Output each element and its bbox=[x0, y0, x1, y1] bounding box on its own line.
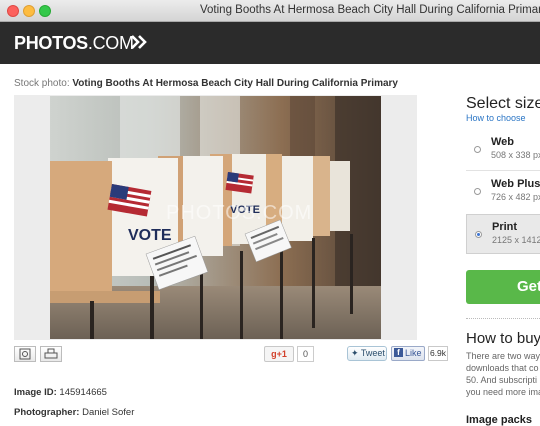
size-option-name: Web bbox=[491, 136, 515, 148]
logo-dotcom: .COM bbox=[87, 33, 134, 53]
print-button[interactable] bbox=[40, 346, 62, 362]
option-divider bbox=[466, 170, 540, 171]
zoom-preview-button[interactable] bbox=[14, 346, 36, 362]
close-window-button[interactable] bbox=[7, 5, 19, 17]
size-radio-web-plus[interactable] bbox=[474, 188, 481, 195]
buy-info-line: downloads that co bbox=[466, 363, 539, 373]
google-plus-button[interactable]: g+1 bbox=[264, 346, 294, 362]
window-title: Voting Booths At Hermosa Beach City Hall… bbox=[200, 4, 540, 16]
image-id-label: Image ID: bbox=[14, 387, 57, 398]
image-id-row: Image ID: 145914665 bbox=[14, 387, 107, 398]
site-logo[interactable]: PHOTOS.COM bbox=[14, 33, 134, 54]
watermark: PHOTOS.COM bbox=[166, 202, 313, 224]
size-option-web-plus[interactable]: Web Plus 726 x 482 px bbox=[466, 172, 540, 212]
size-option-dims: 726 x 482 px bbox=[491, 192, 540, 202]
how-to-buy-heading: How to buy bbox=[466, 330, 540, 347]
minimize-window-button[interactable] bbox=[23, 5, 35, 17]
size-option-dims: 2125 x 1412 px bbox=[492, 235, 540, 245]
buy-info-line: There are two ways bbox=[466, 351, 540, 361]
size-option-web[interactable]: Web 508 x 338 px bbox=[466, 130, 540, 170]
size-radio-web[interactable] bbox=[474, 146, 481, 153]
buy-info-line: 50. And subscripti bbox=[466, 375, 538, 385]
stock-photo[interactable]: VOTE VOTE PHOTOS.COM bbox=[50, 96, 381, 339]
vote-sign-large: VOTE bbox=[128, 227, 172, 244]
buy-info-line: you need more ima bbox=[466, 387, 540, 397]
window-titlebar: Voting Booths At Hermosa Beach City Hall… bbox=[0, 0, 540, 22]
image-id-value: 145914665 bbox=[59, 387, 107, 398]
size-option-print[interactable]: Print 2125 x 1412 px bbox=[466, 214, 540, 254]
facebook-like-button[interactable]: f Like bbox=[391, 346, 425, 361]
photo-title-line: Stock photo: Voting Booths At Hermosa Be… bbox=[14, 78, 398, 89]
how-to-choose-link[interactable]: How to choose bbox=[466, 113, 526, 123]
fb-like-label: Like bbox=[405, 348, 422, 358]
logo-arrows-icon bbox=[131, 35, 147, 49]
gplus-label: +1 bbox=[276, 349, 287, 359]
photographer-row: Photographer: Daniel Sofer bbox=[14, 407, 134, 418]
stock-photo-label: Stock photo: bbox=[14, 78, 70, 89]
select-size-heading: Select size bbox=[466, 95, 540, 112]
photo-title: Voting Booths At Hermosa Beach City Hall… bbox=[72, 78, 398, 89]
facebook-icon: f bbox=[394, 348, 403, 357]
get-image-button[interactable]: Get bbox=[466, 270, 540, 304]
tweet-button[interactable]: ✦ Tweet bbox=[347, 346, 387, 361]
google-plus-count: 0 bbox=[297, 346, 314, 362]
photographer-value[interactable]: Daniel Sofer bbox=[82, 407, 134, 418]
site-header: PHOTOS.COM bbox=[0, 22, 540, 64]
size-radio-print[interactable] bbox=[475, 231, 482, 238]
photographer-label: Photographer: bbox=[14, 407, 80, 418]
tweet-label: Tweet bbox=[360, 348, 385, 358]
twitter-bird-icon: ✦ bbox=[351, 348, 359, 358]
size-option-name: Web Plus bbox=[491, 178, 540, 190]
facebook-like-count: 6.9k bbox=[428, 346, 448, 361]
zoom-window-button[interactable] bbox=[39, 5, 51, 17]
image-packs-heading: Image packs bbox=[466, 414, 533, 426]
logo-text: PHOTOS bbox=[14, 33, 88, 53]
zoom-icon bbox=[19, 348, 31, 360]
photo-frame: VOTE VOTE PHOTOS.COM bbox=[14, 95, 417, 340]
size-option-dims: 508 x 338 px bbox=[491, 150, 540, 160]
size-option-name: Print bbox=[492, 221, 518, 233]
printer-icon bbox=[44, 348, 58, 359]
section-divider bbox=[466, 318, 540, 319]
